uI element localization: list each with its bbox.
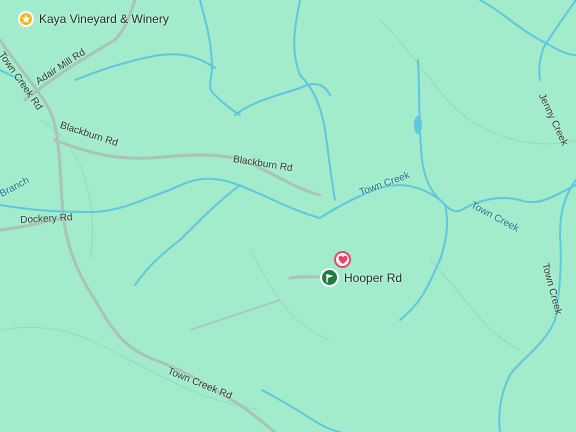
pond — [414, 116, 422, 134]
trailhead-flag-icon — [320, 268, 339, 287]
kaya-vineyard-label: Kaya Vineyard & Winery — [39, 12, 169, 26]
kaya-vineyard-place[interactable]: Kaya Vineyard & Winery — [18, 11, 169, 27]
saved-place-marker[interactable] — [334, 251, 351, 268]
hooper-rd-label: Hooper Rd — [344, 270, 403, 285]
hooper-rd-place[interactable]: Hooper Rd — [320, 268, 402, 287]
map-canvas[interactable]: Adair Mill Rd Town Creek Rd Blackburn Rd… — [0, 0, 576, 432]
heart-icon — [334, 251, 351, 268]
star-icon — [18, 11, 34, 27]
